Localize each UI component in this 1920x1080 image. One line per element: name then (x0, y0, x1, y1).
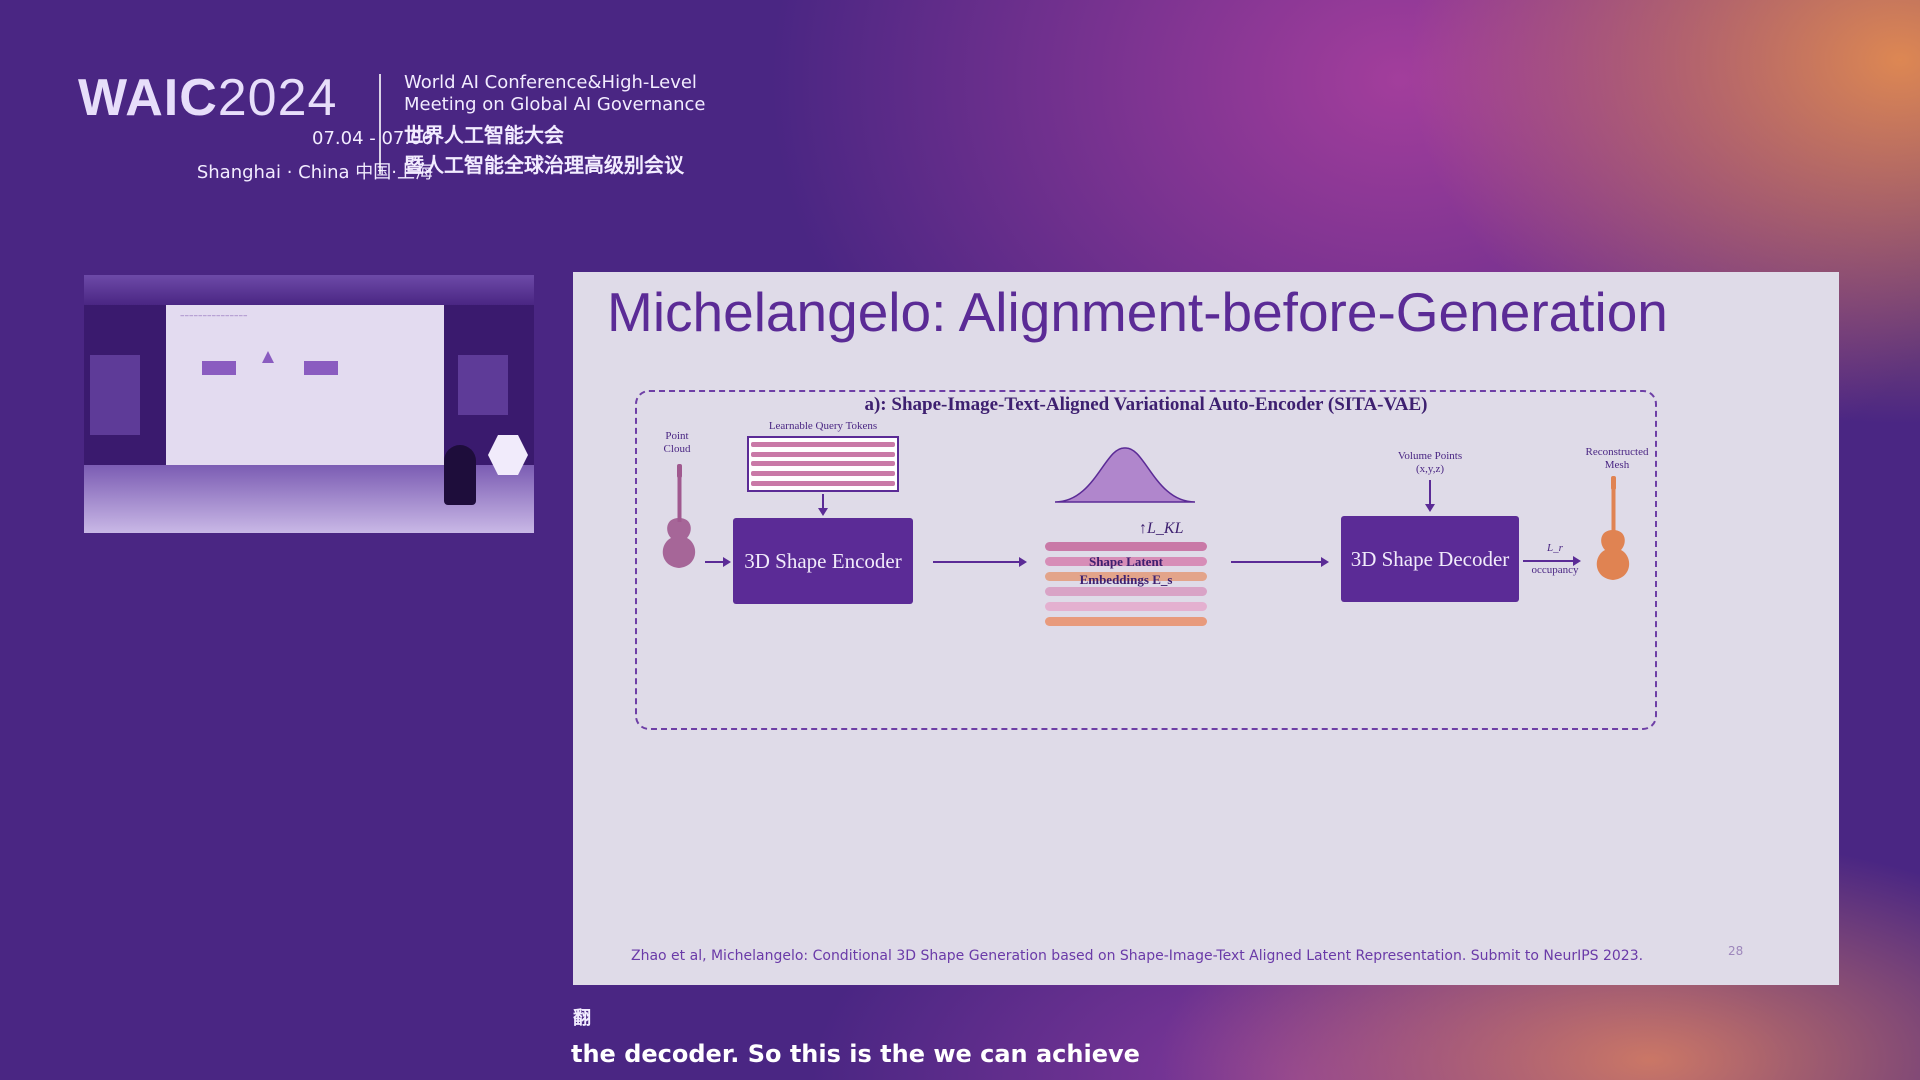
audience-person (444, 445, 476, 505)
query-token-row (751, 461, 895, 467)
logo-brand: WAIC (78, 69, 218, 127)
live-subtitle: the decoder. So this is the we can achie… (571, 1040, 1140, 1068)
stage-sign-right (458, 355, 508, 415)
query-token-row (751, 451, 895, 457)
logo-year: 2024 (217, 69, 338, 127)
waic-logo: WAIC2024 (78, 70, 337, 126)
kl-loss-label: ↑L_KL (1139, 520, 1184, 537)
volume-points-label: Volume Points (x,y,z) (1375, 450, 1485, 476)
translation-glyph: 翻 (573, 1008, 591, 1029)
encoder-to-latent-arrow (933, 557, 1027, 567)
decoder-to-mesh-arrow (1523, 556, 1581, 566)
header-divider (379, 74, 381, 174)
conference-name-en-line1: World AI Conference&High-Level (404, 72, 697, 93)
speaker-video-inset: ––––––––––––––– (84, 275, 534, 533)
projected-distribution (262, 351, 274, 363)
shape-decoder-block: 3D Shape Decoder (1341, 516, 1519, 602)
conference-name-zh-line1: 世界人工智能大会 (404, 123, 564, 147)
slide-title: Michelangelo: Alignment-before-Generatio… (607, 281, 1668, 343)
latent-to-decoder-arrow (1231, 557, 1329, 567)
slide-page-number: 28 (1728, 944, 1744, 958)
learnable-query-tokens (747, 436, 899, 492)
slide-citation: Zhao et al, Michelangelo: Conditional 3D… (631, 948, 1644, 964)
query-tokens-label: Learnable Query Tokens (768, 420, 878, 432)
gaussian-distribution-icon (1055, 447, 1195, 503)
query-token-row (751, 480, 895, 486)
query-token-row (751, 471, 895, 477)
kl-loss-text: L_KL (1147, 520, 1184, 537)
presentation-slide: Michelangelo: Alignment-before-Generatio… (573, 272, 1839, 985)
conference-header: WAIC2024 07.04 - 07.06 Shanghai · China … (78, 70, 718, 183)
stage-sign-left (90, 355, 140, 435)
volume-points-coords: (x,y,z) (1416, 463, 1444, 475)
pointcloud-to-encoder-arrow (705, 557, 731, 567)
latent-label-line1: Shape Latent (1088, 554, 1164, 569)
conference-name-en-line2: Meeting on Global AI Governance (404, 94, 706, 115)
conference-name-zh: 世界人工智能大会 暨人工智能全球治理高级别会议 (404, 120, 744, 180)
occupancy-label: occupancy (1531, 564, 1579, 576)
projected-slide-title: ––––––––––––––– (180, 311, 248, 321)
point-cloud-label: Point Cloud (663, 430, 691, 455)
diagram-title: a): Shape-Image-Text-Aligned Variational… (864, 394, 1428, 415)
projected-decoder-box (304, 361, 338, 375)
projected-encoder-box (202, 361, 236, 375)
volume-points-text: Volume Points (1397, 450, 1463, 462)
latent-bar (1045, 617, 1207, 626)
reconstructed-guitar-icon (1596, 476, 1630, 580)
sita-vae-diagram: a): Shape-Image-Text-Aligned Variational… (635, 390, 1657, 730)
stage-ceiling (84, 275, 534, 305)
conference-name-zh-line2: 暨人工智能全球治理高级别会议 (404, 153, 684, 177)
latent-label: Shape Latent Embeddings E_s (1045, 553, 1207, 589)
latent-bar (1045, 602, 1207, 611)
conference-name-en: World AI Conference&High-Level Meeting o… (404, 72, 724, 116)
tokens-to-encoder-arrow (818, 494, 828, 516)
point-cloud-guitar-icon (662, 464, 696, 568)
reconstruction-loss-label: L_r (1547, 542, 1563, 554)
event-dates: 07.04 - 07.06 (312, 128, 433, 149)
volume-to-decoder-arrow (1425, 480, 1435, 512)
query-token-row (751, 442, 895, 448)
latent-label-line2: Embeddings E_s (1079, 572, 1173, 587)
shape-encoder-block: 3D Shape Encoder (733, 518, 913, 604)
latent-bar (1045, 542, 1207, 551)
stage-projection-screen: ––––––––––––––– (166, 305, 444, 465)
reconstructed-mesh-label: Reconstructed Mesh (1585, 446, 1649, 471)
